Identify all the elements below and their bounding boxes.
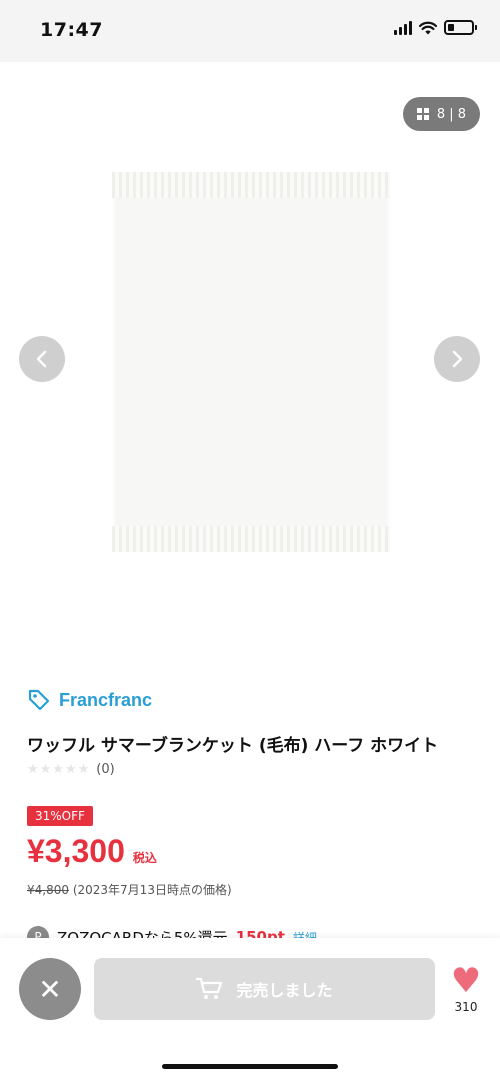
home-indicator [162,1064,338,1069]
product-title: ワッフル サマーブランケット (毛布) ハーフ ホワイト [27,736,439,756]
previous-image-button[interactable] [19,336,65,382]
star-rating-icon: ★★★★★ [27,762,91,777]
image-counter-label: 8 | 8 [436,106,466,122]
product-image-gallery[interactable]: 8 | 8 [0,62,500,662]
signal-icon [394,20,412,35]
status-bar: 17:47 [0,0,500,62]
sold-out-label: 完売しました [236,981,333,1000]
current-price: ¥3,300 [27,833,125,869]
sold-out-button[interactable]: 完売しました [94,958,435,1020]
old-price-row: ¥4,800 (2023年7月13日時点の価格) [27,881,232,898]
heart-icon: ♥ [450,961,482,1001]
product-image [112,172,390,552]
favorite-button[interactable]: ♥ 310 [446,964,486,1014]
status-icons [394,20,477,35]
wifi-icon [419,21,437,34]
close-icon: ✕ [38,972,62,1006]
brand-link[interactable]: Francfranc [27,688,152,712]
cart-icon [196,977,223,999]
price-row: ¥3,300 税込 [27,833,157,870]
rating-row[interactable]: ★★★★★ (0) [27,762,115,777]
old-price-note: (2023年7月13日時点の価格) [72,883,232,897]
next-image-button[interactable] [434,336,480,382]
tag-icon [28,689,50,711]
tax-label: 税込 [132,851,157,865]
grid-icon [416,108,429,120]
close-button[interactable]: ✕ [19,958,81,1020]
battery-icon [444,20,477,35]
brand-name: Francfranc [59,689,153,710]
chevron-left-icon [36,350,47,368]
favorite-count: 310 [454,1000,478,1014]
review-count: (0) [96,762,115,777]
old-price: ¥4,800 [27,883,69,897]
image-counter-button[interactable]: 8 | 8 [402,97,480,131]
status-time: 17:47 [40,19,103,41]
discount-badge: 31%OFF [27,806,93,826]
bottom-action-bar: ✕ 完売しました ♥ 310 [0,938,500,1080]
chevron-right-icon [452,350,463,368]
